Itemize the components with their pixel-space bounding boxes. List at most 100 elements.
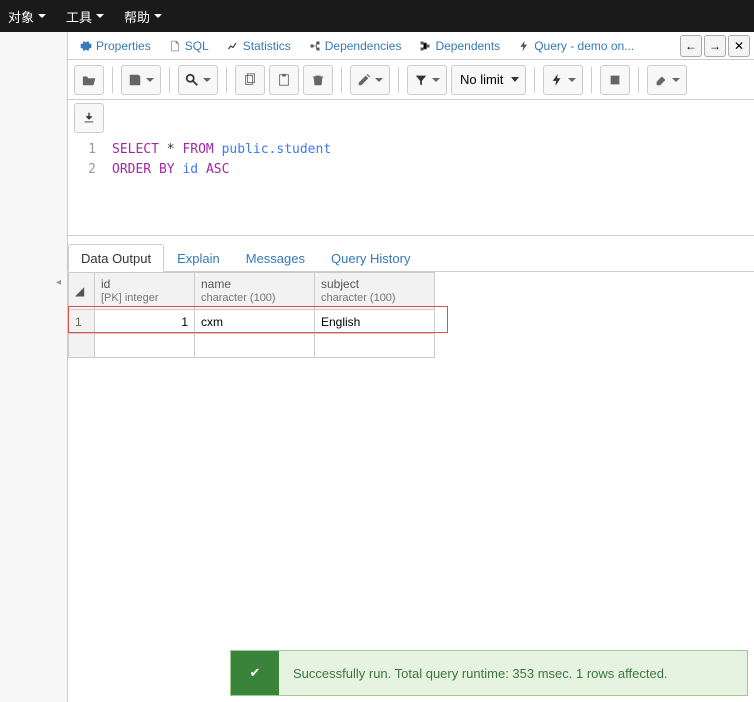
paste-button[interactable] xyxy=(269,65,299,95)
chart-icon xyxy=(227,40,239,52)
filter-button[interactable] xyxy=(407,65,447,95)
close-tab-button[interactable]: ✕ xyxy=(728,35,750,57)
separator xyxy=(169,67,170,93)
result-tab-data-output[interactable]: Data Output xyxy=(68,244,164,272)
separator xyxy=(591,67,592,93)
cell[interactable]: English xyxy=(315,310,435,334)
row-number[interactable] xyxy=(69,334,95,358)
line-number: 2 xyxy=(68,160,96,180)
result-tab-messages[interactable]: Messages xyxy=(233,244,318,272)
token-keyword: FROM xyxy=(182,142,213,157)
caret-down-icon xyxy=(96,14,104,18)
menu-tools[interactable]: 工具 xyxy=(66,7,104,26)
prev-tab-button[interactable]: ← xyxy=(680,35,702,57)
col-type: character (100) xyxy=(321,291,428,305)
tab-query[interactable]: Query - demo on... xyxy=(510,33,642,59)
row-number[interactable]: 1 xyxy=(69,310,95,334)
query-toolbar: No limit xyxy=(68,60,754,100)
main-panel: Properties SQL Statistics Dependencies D… xyxy=(68,32,754,702)
column-header[interactable]: id[PK] integer xyxy=(95,273,195,310)
table-row[interactable]: 1 1 cxm English xyxy=(69,310,435,334)
separator xyxy=(341,67,342,93)
cell[interactable]: 1 xyxy=(95,310,195,334)
table-row[interactable] xyxy=(69,334,435,358)
download-button[interactable] xyxy=(74,103,104,133)
tab-dependencies[interactable]: Dependencies xyxy=(301,33,410,59)
check-icon: ✔ xyxy=(231,651,279,695)
col-name: name xyxy=(201,277,308,291)
paste-icon xyxy=(277,73,291,87)
dependencies-icon xyxy=(309,40,321,52)
sql-editor[interactable]: 1 2 SELECT * FROM public.student ORDER B… xyxy=(68,136,754,236)
filter-icon xyxy=(414,73,428,87)
menubar: 对象 工具 帮助 xyxy=(0,0,754,32)
panel-tabs: Properties SQL Statistics Dependencies D… xyxy=(68,32,754,60)
tab-sql[interactable]: SQL xyxy=(161,33,217,59)
folder-open-icon xyxy=(82,73,96,87)
open-button[interactable] xyxy=(74,65,104,95)
tab-statistics[interactable]: Statistics xyxy=(219,33,299,59)
copy-button[interactable] xyxy=(235,65,265,95)
gear-icon xyxy=(80,40,92,52)
collapse-handle-icon[interactable]: ◂ xyxy=(56,277,61,288)
tab-label: Properties xyxy=(96,39,151,53)
object-browser-rail: ◂ xyxy=(0,32,68,702)
status-message: Successfully run. Total query runtime: 3… xyxy=(279,666,682,681)
tab-nav-buttons: ← → ✕ xyxy=(680,35,750,57)
save-icon xyxy=(128,73,142,87)
bolt-icon xyxy=(550,73,564,87)
corner-cell[interactable]: ◢ xyxy=(69,273,95,310)
token-keyword: ORDER BY xyxy=(112,162,175,177)
tab-dependents[interactable]: Dependents xyxy=(411,33,508,59)
save-button[interactable] xyxy=(121,65,161,95)
copy-icon xyxy=(243,73,257,87)
column-header[interactable]: namecharacter (100) xyxy=(195,273,315,310)
code-area[interactable]: SELECT * FROM public.student ORDER BY id… xyxy=(112,140,754,180)
result-grid[interactable]: ◢ id[PK] integer namecharacter (100) sub… xyxy=(68,272,435,358)
eraser-icon xyxy=(654,73,668,87)
dependents-icon xyxy=(419,40,431,52)
search-icon xyxy=(185,73,199,87)
line-number: 1 xyxy=(68,140,96,160)
cell[interactable] xyxy=(95,334,195,358)
col-name: id xyxy=(101,277,188,291)
limit-value: No limit xyxy=(460,72,503,87)
cell[interactable] xyxy=(315,334,435,358)
execute-button[interactable] xyxy=(543,65,583,95)
menu-object[interactable]: 对象 xyxy=(8,7,46,26)
menu-tools-label: 工具 xyxy=(66,7,92,26)
limit-select[interactable]: No limit xyxy=(451,65,526,95)
tab-label: SQL xyxy=(185,39,209,53)
column-header[interactable]: subjectcharacter (100) xyxy=(315,273,435,310)
caret-down-icon xyxy=(38,14,46,18)
result-tab-history[interactable]: Query History xyxy=(318,244,423,272)
separator xyxy=(534,67,535,93)
tab-label: Dependents xyxy=(435,39,500,53)
col-name: subject xyxy=(321,277,428,291)
tab-label: Query - demo on... xyxy=(534,39,634,53)
stop-icon xyxy=(608,73,622,87)
tab-properties[interactable]: Properties xyxy=(72,33,159,59)
delete-button[interactable] xyxy=(303,65,333,95)
menu-help[interactable]: 帮助 xyxy=(124,7,162,26)
menu-object-label: 对象 xyxy=(8,7,34,26)
menu-help-label: 帮助 xyxy=(124,7,150,26)
file-icon xyxy=(169,40,181,52)
find-button[interactable] xyxy=(178,65,218,95)
result-tab-explain[interactable]: Explain xyxy=(164,244,233,272)
gutter: 1 2 xyxy=(68,136,102,235)
separator xyxy=(638,67,639,93)
header-row: ◢ id[PK] integer namecharacter (100) sub… xyxy=(69,273,435,310)
tab-label: Statistics xyxy=(243,39,291,53)
stop-button[interactable] xyxy=(600,65,630,95)
cell[interactable] xyxy=(195,334,315,358)
separator xyxy=(112,67,113,93)
caret-down-icon xyxy=(154,14,162,18)
edit-button[interactable] xyxy=(350,65,390,95)
token-star: * xyxy=(167,142,175,157)
clear-button[interactable] xyxy=(647,65,687,95)
status-bar: ✔ Successfully run. Total query runtime:… xyxy=(230,650,748,696)
toolbar-row-2 xyxy=(68,100,754,136)
cell[interactable]: cxm xyxy=(195,310,315,334)
next-tab-button[interactable]: → xyxy=(704,35,726,57)
